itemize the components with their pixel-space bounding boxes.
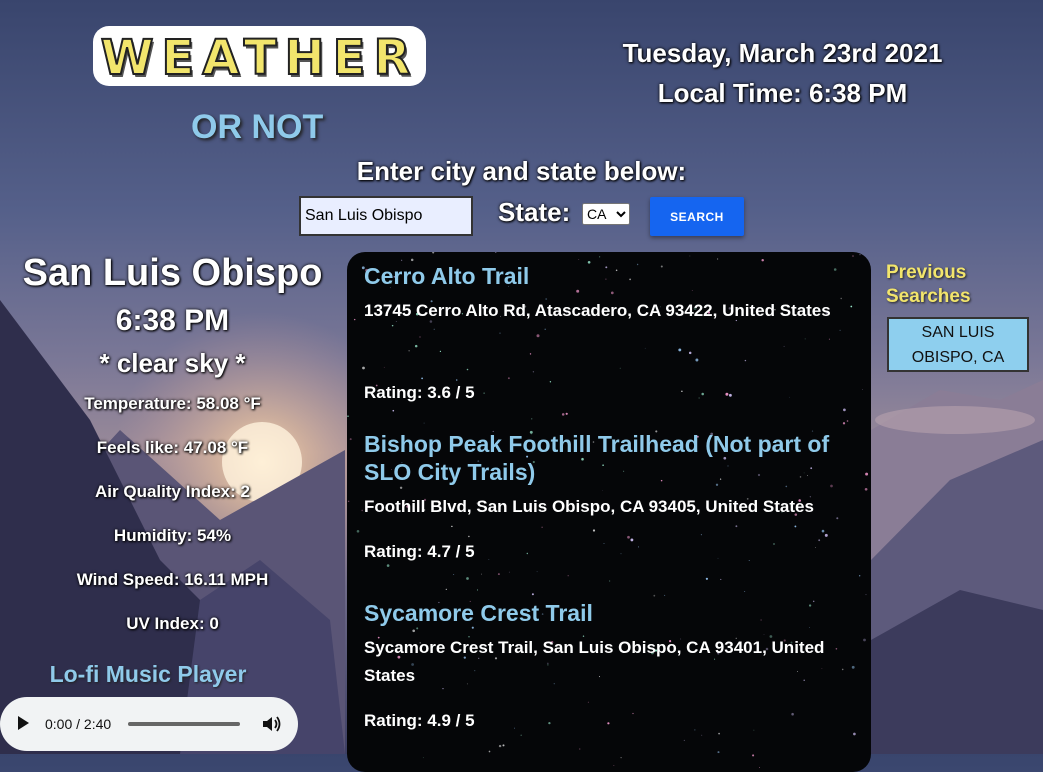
trail-rating: Rating: 4.7 / 5 <box>364 542 475 561</box>
audio-progress-bar[interactable] <box>128 722 240 726</box>
play-icon[interactable] <box>18 716 29 730</box>
trail-card: Sycamore Crest Trail Sycamore Crest Trai… <box>364 599 854 730</box>
volume-icon[interactable] <box>262 715 282 733</box>
weather-description: * clear sky * <box>99 348 246 378</box>
logo: WEATHER <box>93 26 426 87</box>
local-time-header: Local Time: 6:38 PM <box>657 78 908 108</box>
city-input[interactable] <box>299 196 473 236</box>
state-label: State: <box>498 197 571 227</box>
trail-rating: Rating: 4.9 / 5 <box>364 711 475 730</box>
air-quality-index: Air Quality Index: 2 <box>95 482 250 501</box>
trail-card: Cerro Alto Trail 13745 Cerro Alto Rd, At… <box>364 262 854 402</box>
music-player-title: Lo-fi Music Player <box>49 661 247 687</box>
trail-name[interactable]: Sycamore Crest Trail <box>364 599 854 627</box>
trail-name[interactable]: Bishop Peak Foothill Trailhead (Not part… <box>364 430 854 486</box>
current-date: Tuesday, March 23rd 2021 <box>622 38 943 68</box>
tagline: OR NOT <box>191 108 324 146</box>
wind-speed: Wind Speed: 16.11 MPH <box>76 570 269 589</box>
weather-city: San Luis Obispo <box>22 252 323 294</box>
previous-searches-title: Previous Searches <box>886 262 971 307</box>
logo-text: WEATHER <box>100 29 419 87</box>
search-button[interactable]: SEARCH <box>650 197 744 236</box>
state-select[interactable]: CA <box>582 203 630 225</box>
trail-address: Sycamore Crest Trail, San Luis Obispo, C… <box>364 638 825 685</box>
trail-card: Bishop Peak Foothill Trailhead (Not part… <box>364 430 854 561</box>
search-prompt: Enter city and state below: <box>356 156 687 186</box>
weather-time: 6:38 PM <box>115 304 230 337</box>
feels-like: Feels like: 47.08 °F <box>96 438 249 457</box>
temperature: Temperature: 58.08 °F <box>84 394 261 413</box>
previous-search-item[interactable]: SAN LUIS OBISPO, CA <box>887 317 1029 372</box>
trail-address: Foothill Blvd, San Luis Obispo, CA 93405… <box>364 497 814 516</box>
uv-index: UV Index: 0 <box>126 614 219 633</box>
trail-rating: Rating: 3.6 / 5 <box>364 383 475 402</box>
trail-name[interactable]: Cerro Alto Trail <box>364 262 854 290</box>
humidity: Humidity: 54% <box>113 526 232 545</box>
trail-address: 13745 Cerro Alto Rd, Atascadero, CA 9342… <box>364 301 831 320</box>
audio-player: 0:00 / 2:40 <box>0 697 298 751</box>
trails-panel: Cerro Alto Trail 13745 Cerro Alto Rd, At… <box>347 252 871 772</box>
audio-time-display: 0:00 / 2:40 <box>45 716 112 732</box>
